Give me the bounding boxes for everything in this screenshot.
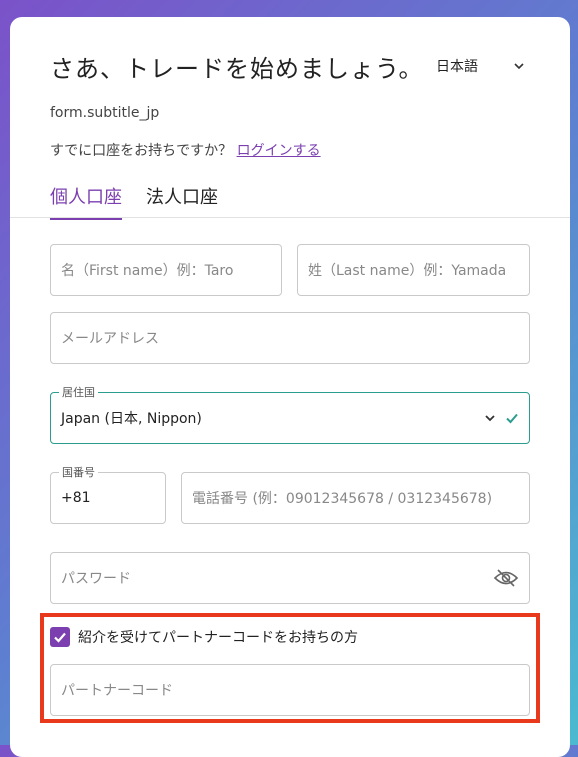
- login-link[interactable]: ログインする: [237, 143, 321, 159]
- page-title: さあ、トレードを始めましょう。: [50, 55, 424, 83]
- first-name-input[interactable]: 名（First name）例：Taro: [50, 244, 282, 296]
- phone-placeholder: 電話番号 (例：09012345678 / 0312345678): [192, 491, 493, 507]
- checkmark-icon: [54, 632, 66, 643]
- partner-code-checkbox-label: 紹介を受けてパートナーコードをお持ちの方: [78, 630, 358, 646]
- tab-individual-account[interactable]: 個人口座: [50, 183, 122, 220]
- country-code-label: 国番号: [59, 464, 98, 480]
- email-placeholder: メールアドレス: [61, 331, 159, 347]
- tab-corporate-account[interactable]: 法人口座: [146, 183, 218, 218]
- chevron-down-icon: [485, 415, 495, 422]
- country-value: Japan (日本, Nippon): [61, 411, 202, 427]
- country-code-input[interactable]: 国番号 +81: [50, 464, 166, 524]
- check-icon: [506, 413, 518, 424]
- form-subtitle: form.subtitle_jp: [50, 105, 160, 121]
- partner-code-checkbox-row[interactable]: 紹介を受けてパートナーコードをお持ちの方: [50, 627, 358, 647]
- country-label: 居住国: [59, 384, 98, 400]
- country-select[interactable]: 居住国 Japan (日本, Nippon): [50, 384, 530, 444]
- language-select[interactable]: 日本語: [436, 54, 526, 78]
- account-type-tabs: 個人口座 法人口座: [10, 179, 570, 220]
- last-name-placeholder: 姓（Last name）例：Yamada: [308, 263, 507, 279]
- first-name-placeholder: 名（First name）例：Taro: [61, 263, 234, 279]
- phone-input[interactable]: 電話番号 (例：09012345678 / 0312345678): [181, 472, 530, 524]
- partner-code-checkbox[interactable]: [50, 627, 70, 647]
- signup-card: さあ、トレードを始めましょう。 日本語 form.subtitle_jp すでに…: [10, 17, 570, 757]
- login-prompt-line: すでに口座をお持ちですか？ ログインする: [50, 140, 321, 160]
- eye-off-icon[interactable]: [493, 568, 519, 588]
- password-placeholder: パスワード: [61, 571, 131, 587]
- email-input[interactable]: メールアドレス: [50, 312, 530, 364]
- password-input[interactable]: パスワード: [50, 552, 530, 604]
- partner-code-input[interactable]: パートナーコード: [50, 664, 530, 716]
- partner-code-placeholder: パートナーコード: [61, 683, 173, 699]
- chevron-down-icon: [514, 63, 524, 70]
- login-prompt-text: すでに口座をお持ちですか？: [50, 143, 233, 159]
- country-code-value: +81: [61, 490, 91, 506]
- last-name-input[interactable]: 姓（Last name）例：Yamada: [297, 244, 530, 296]
- language-label: 日本語: [436, 59, 478, 75]
